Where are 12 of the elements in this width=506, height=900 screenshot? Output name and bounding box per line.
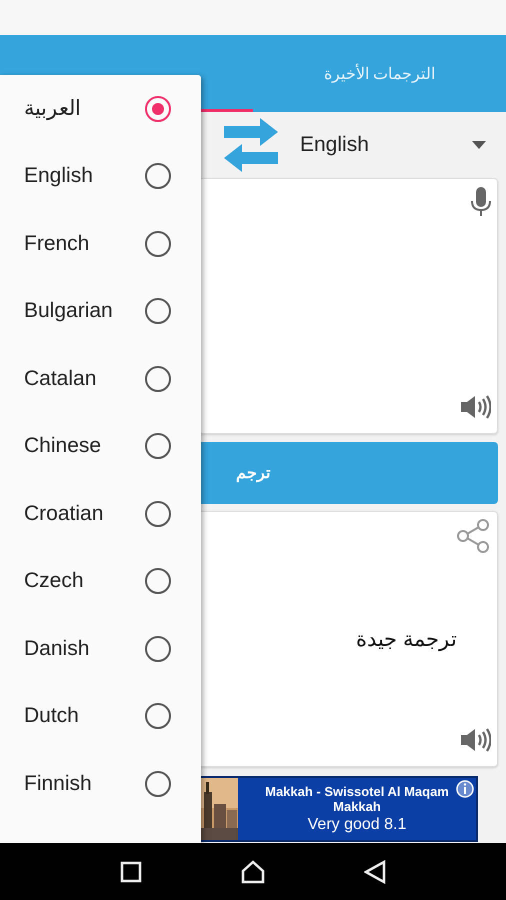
- ad-rating: Very good 8.1: [308, 816, 406, 834]
- ad-title: Makkah - Swissotel Al Maqam Makkah: [264, 784, 450, 814]
- language-label: Croatian: [24, 502, 104, 526]
- language-label: English: [24, 164, 93, 188]
- language-label: Czech: [24, 569, 84, 594]
- language-label: Dutch: [24, 704, 79, 728]
- language-label: Catalan: [24, 366, 96, 391]
- language-label: Danish: [24, 636, 90, 661]
- translated-text: ترجمة جيدة: [356, 626, 457, 652]
- language-label: العربية: [24, 96, 81, 122]
- language-label: French: [24, 232, 90, 256]
- language-label: Bulgarian: [24, 299, 113, 324]
